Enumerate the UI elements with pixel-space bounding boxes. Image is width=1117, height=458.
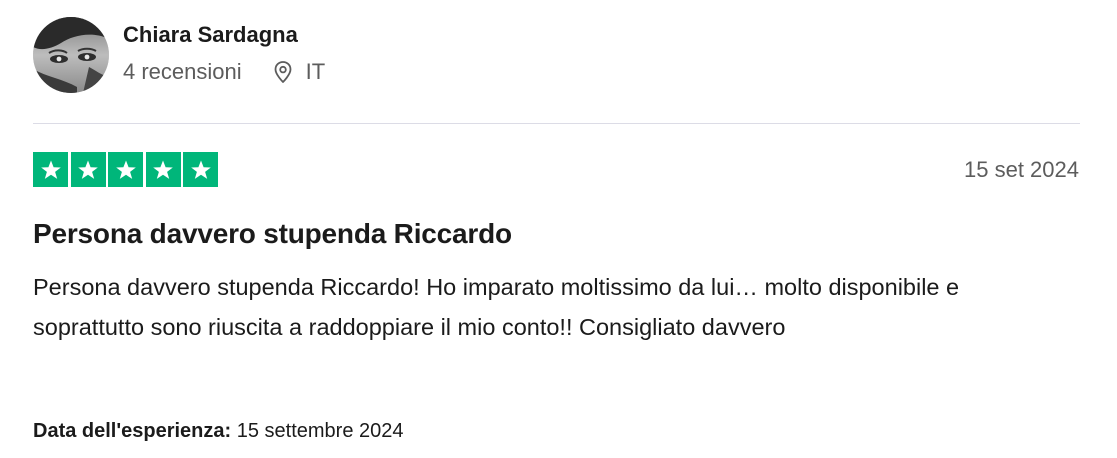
- experience-date-value: 15 settembre 2024: [236, 420, 404, 442]
- location-pin-icon: [272, 60, 294, 84]
- star-icon: [33, 152, 68, 187]
- avatar[interactable]: [33, 17, 109, 93]
- review-body: Persona davvero stupenda Riccardo! Ho im…: [33, 274, 960, 340]
- reviewer-info: Chiara Sardagna 4 recensioni IT: [123, 17, 325, 85]
- star-icon: [108, 152, 143, 187]
- star-icon: [183, 152, 218, 187]
- star-icon: [145, 152, 181, 187]
- review-card: Chiara Sardagna 4 recensioni IT 15 set 2…: [0, 0, 1117, 458]
- reviewer-country: IT: [305, 59, 326, 84]
- avatar-photo: [33, 17, 109, 93]
- reviews-count: 4 recensioni: [123, 59, 242, 84]
- review-date: 15 set 2024: [964, 157, 1079, 182]
- star-icon: [70, 152, 106, 187]
- experience-date-label: Data dell'esperienza:: [33, 420, 232, 442]
- experience-date-row: Data dell'esperienza: 15 settembre 2024: [33, 418, 404, 444]
- reviewer-header: Chiara Sardagna 4 recensioni IT: [33, 17, 325, 93]
- review-title[interactable]: Persona davvero stupenda Riccardo: [33, 217, 512, 251]
- star-rating: [33, 152, 218, 187]
- reviewer-meta: 4 recensioni IT: [123, 59, 325, 85]
- reviewer-name[interactable]: Chiara Sardagna: [123, 22, 325, 48]
- divider: [33, 123, 1080, 124]
